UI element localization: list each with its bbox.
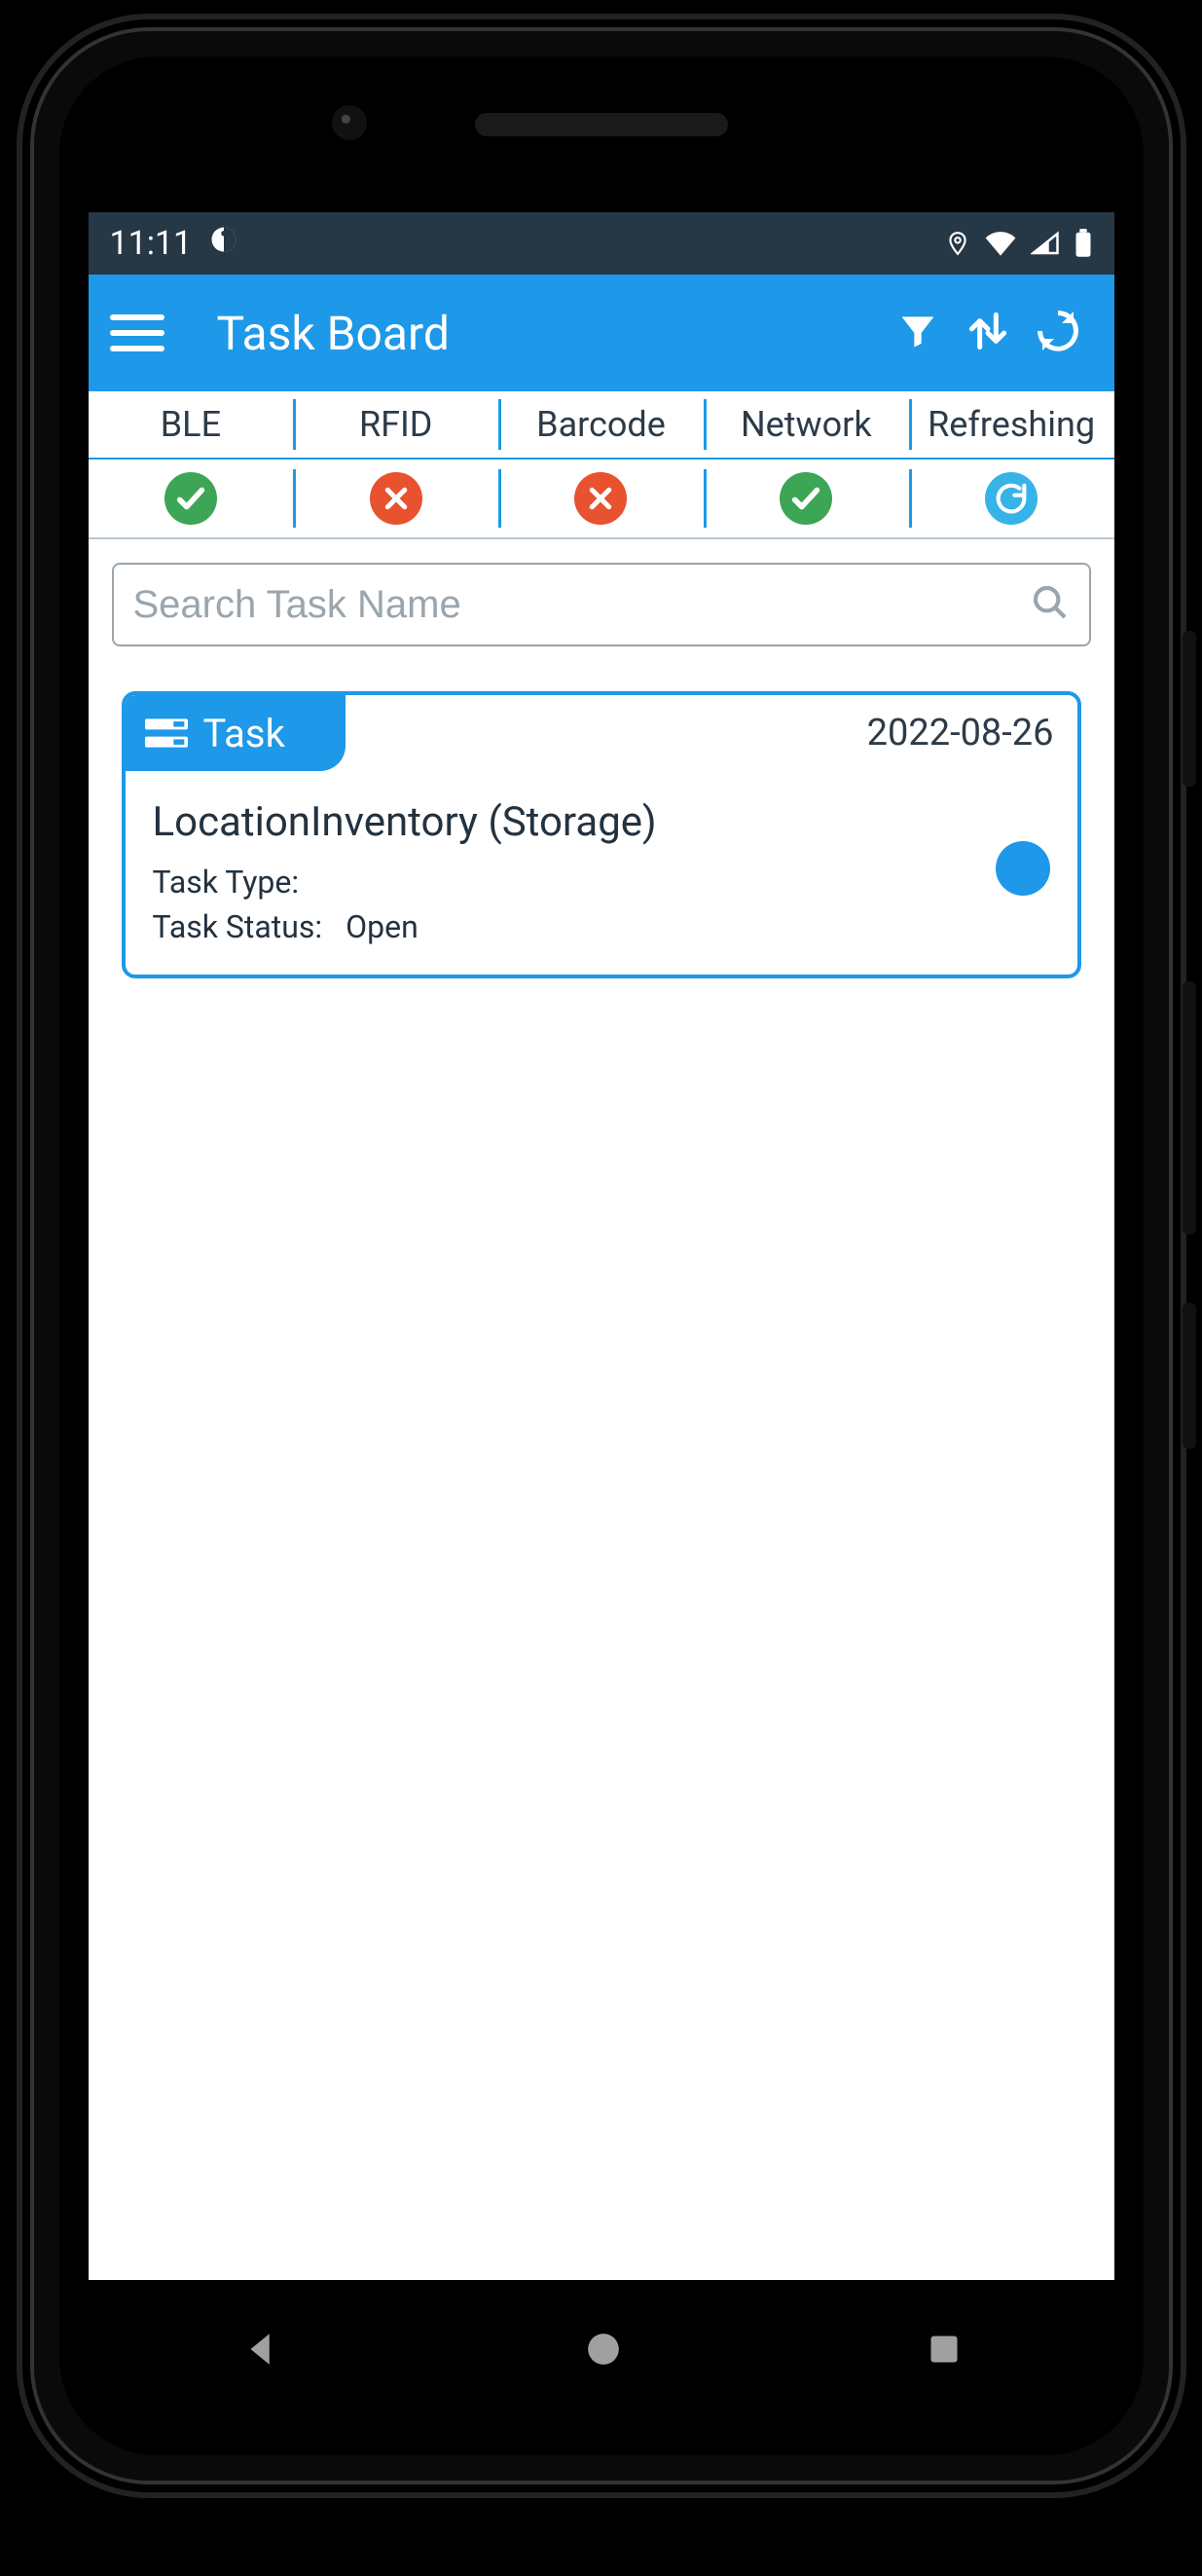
filter-icon — [896, 310, 939, 356]
status-strip-headers: BLE RFID Barcode Network Refreshing — [89, 391, 1114, 460]
sort-button[interactable] — [953, 307, 1023, 359]
task-card-date: 2022-08-26 — [867, 712, 1077, 754]
page-root: 11:11 — [0, 0, 1202, 2576]
side-button — [1183, 1303, 1196, 1449]
status-header-ble: BLE — [89, 391, 294, 458]
task-status-label: Task Status: — [153, 908, 323, 945]
side-button — [1183, 981, 1196, 1234]
task-type-label: Task Type: — [153, 864, 300, 901]
page-title: Task Board — [217, 306, 450, 361]
refresh-icon — [1035, 308, 1081, 358]
x-icon — [370, 472, 422, 525]
status-dot-icon — [996, 841, 1050, 896]
task-card-body: LocationInventory (Storage) Task Type: T… — [126, 771, 1077, 945]
search-input[interactable] — [133, 583, 1031, 627]
android-nav-bar — [89, 2290, 1114, 2412]
side-button — [1183, 631, 1196, 787]
task-icon — [145, 715, 188, 752]
status-header-network: Network — [704, 391, 909, 458]
sort-icon — [964, 307, 1012, 359]
check-icon — [780, 472, 832, 525]
battery-icon — [1074, 229, 1093, 258]
check-icon — [164, 472, 217, 525]
earpiece — [475, 113, 728, 136]
task-card-tab-label: Task — [203, 711, 285, 756]
signal-icon — [1031, 230, 1060, 257]
status-header-barcode: Barcode — [498, 391, 704, 458]
search-box[interactable] — [112, 563, 1091, 646]
location-icon — [945, 229, 970, 258]
status-header-refreshing: Refreshing — [909, 391, 1114, 458]
task-card-tab: Task — [126, 695, 346, 771]
task-status-row: Task Status: Open — [153, 908, 1050, 945]
task-card-title: LocationInventory (Storage) — [153, 798, 1050, 846]
nav-home-button[interactable] — [585, 2331, 622, 2372]
refresh-button[interactable] — [1023, 308, 1093, 358]
search-container — [89, 539, 1114, 670]
screen: 11:11 — [89, 212, 1114, 2280]
front-camera — [332, 105, 367, 140]
status-time: 11:11 — [110, 224, 193, 263]
status-left: 11:11 — [110, 224, 239, 263]
task-card-header: Task 2022-08-26 — [126, 695, 1077, 771]
task-status-value: Open — [346, 908, 419, 945]
app-indicator-icon — [209, 224, 238, 263]
task-list: Task 2022-08-26 LocationInventory (Stora… — [89, 670, 1114, 1000]
sync-icon — [985, 472, 1038, 525]
menu-button[interactable] — [110, 314, 164, 351]
phone-frame: 11:11 — [22, 19, 1181, 2492]
task-card[interactable]: Task 2022-08-26 LocationInventory (Stora… — [122, 691, 1081, 978]
status-strip-icons — [89, 460, 1114, 539]
x-icon — [574, 472, 627, 525]
search-icon — [1031, 583, 1070, 626]
wifi-icon — [984, 230, 1017, 257]
nav-recent-button[interactable] — [927, 2332, 962, 2371]
system-status-bar: 11:11 — [89, 212, 1114, 275]
task-type-row: Task Type: — [153, 864, 1050, 901]
status-right — [945, 229, 1093, 258]
nav-back-button[interactable] — [240, 2329, 281, 2374]
status-header-rfid: RFID — [293, 391, 498, 458]
filter-button[interactable] — [883, 310, 953, 356]
app-bar: Task Board — [89, 275, 1114, 391]
